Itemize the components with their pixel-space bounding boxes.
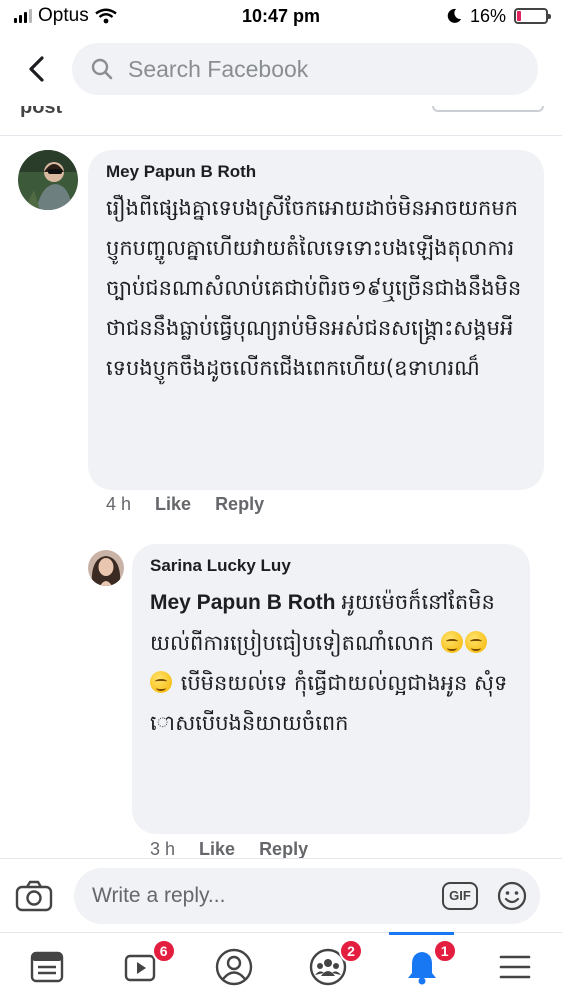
like-button[interactable]: Like bbox=[155, 494, 191, 515]
reply-composer: Write a reply... GIF bbox=[0, 858, 562, 932]
battery-icon bbox=[514, 8, 551, 24]
comment-author[interactable]: Sarina Lucky Luy bbox=[150, 556, 512, 576]
smirk-emoji bbox=[150, 671, 172, 693]
news-feed-icon bbox=[30, 951, 64, 982]
reply-placeholder: Write a reply... bbox=[92, 883, 226, 907]
comment-text: Mey Papun B Roth អូយម៉េចក៏នៅតែមិនយល់ពីការ… bbox=[150, 582, 512, 743]
smirk-emoji bbox=[464, 631, 487, 653]
wifi-icon bbox=[94, 8, 117, 24]
reply-button[interactable]: Reply bbox=[215, 494, 264, 515]
header: Search Facebook bbox=[0, 32, 562, 106]
comment-text: រឿងពីផ្សេងគ្នាទេបងស្រីចែកអោយដាច់មិនអាចយក… bbox=[106, 196, 522, 380]
comment-text-part-2: បើមិនយល់ទេ កុំធ្វើជាយល់ល្អជាងអូន សុំទោសប… bbox=[150, 671, 508, 735]
chevron-left-icon bbox=[29, 56, 44, 82]
search-input[interactable]: Search Facebook bbox=[72, 43, 538, 95]
nav-groups[interactable]: 2 bbox=[281, 933, 375, 1000]
battery-percent: 16% bbox=[469, 5, 506, 26]
gif-button[interactable]: GIF bbox=[442, 881, 478, 910]
comment-actions: 3 h Like Reply bbox=[150, 840, 308, 858]
sticker-button[interactable] bbox=[496, 880, 528, 912]
clipped-post-strip: post bbox=[0, 106, 562, 136]
camera-icon bbox=[15, 880, 53, 911]
search-placeholder: Search Facebook bbox=[128, 55, 309, 82]
comment-bubble[interactable]: Sarina Lucky Luy Mey Papun B Roth អូយម៉េច… bbox=[132, 544, 530, 834]
notifications-badge: 1 bbox=[432, 939, 457, 963]
avatar-image bbox=[88, 550, 124, 586]
status-left: Optus bbox=[14, 5, 194, 27]
back-button[interactable] bbox=[16, 44, 56, 94]
menu-icon bbox=[499, 955, 531, 978]
profile-icon bbox=[215, 948, 253, 985]
mention-tag[interactable]: Mey Papun B Roth bbox=[150, 591, 336, 614]
comment-actions: 4 h Like Reply bbox=[106, 494, 264, 515]
search-icon bbox=[91, 58, 113, 80]
signal-icon bbox=[14, 9, 32, 23]
smirk-emoji bbox=[440, 631, 463, 653]
clipped-button bbox=[432, 106, 544, 112]
comment-time: 3 h bbox=[150, 840, 176, 858]
watch-badge: 6 bbox=[151, 939, 176, 963]
nav-notifications[interactable]: 1 bbox=[375, 932, 469, 1000]
nav-news-feed[interactable] bbox=[0, 933, 94, 1000]
status-right: 16% bbox=[368, 5, 551, 27]
carrier-name: Optus bbox=[38, 5, 89, 26]
nav-profile[interactable] bbox=[187, 933, 281, 1000]
like-button[interactable]: Like bbox=[199, 840, 235, 858]
reply-input[interactable]: Write a reply... GIF bbox=[74, 867, 540, 924]
camera-button[interactable] bbox=[12, 874, 56, 918]
reply-button[interactable]: Reply bbox=[259, 840, 308, 858]
clock: 10:47 pm bbox=[241, 5, 321, 26]
groups-badge: 2 bbox=[339, 939, 364, 963]
comment-bubble[interactable]: Mey Papun B Roth រឿងពីផ្សេងគ្នាទេបងស្រីច… bbox=[88, 150, 544, 490]
comment-time: 4 h bbox=[106, 494, 132, 514]
avatar[interactable] bbox=[88, 550, 124, 586]
bottom-nav: 6 2 1 bbox=[0, 932, 562, 1000]
do-not-disturb-icon bbox=[447, 8, 461, 23]
status-bar: Optus 10:47 pm 16% bbox=[0, 0, 562, 32]
comment-author[interactable]: Mey Papun B Roth bbox=[106, 162, 526, 182]
smile-icon bbox=[497, 881, 527, 910]
avatar-image bbox=[18, 150, 78, 210]
nav-watch[interactable]: 6 bbox=[94, 933, 188, 1000]
battery-level bbox=[517, 11, 522, 21]
clipped-text: post bbox=[20, 106, 63, 118]
avatar[interactable] bbox=[18, 150, 78, 210]
nav-menu[interactable] bbox=[468, 933, 562, 1000]
